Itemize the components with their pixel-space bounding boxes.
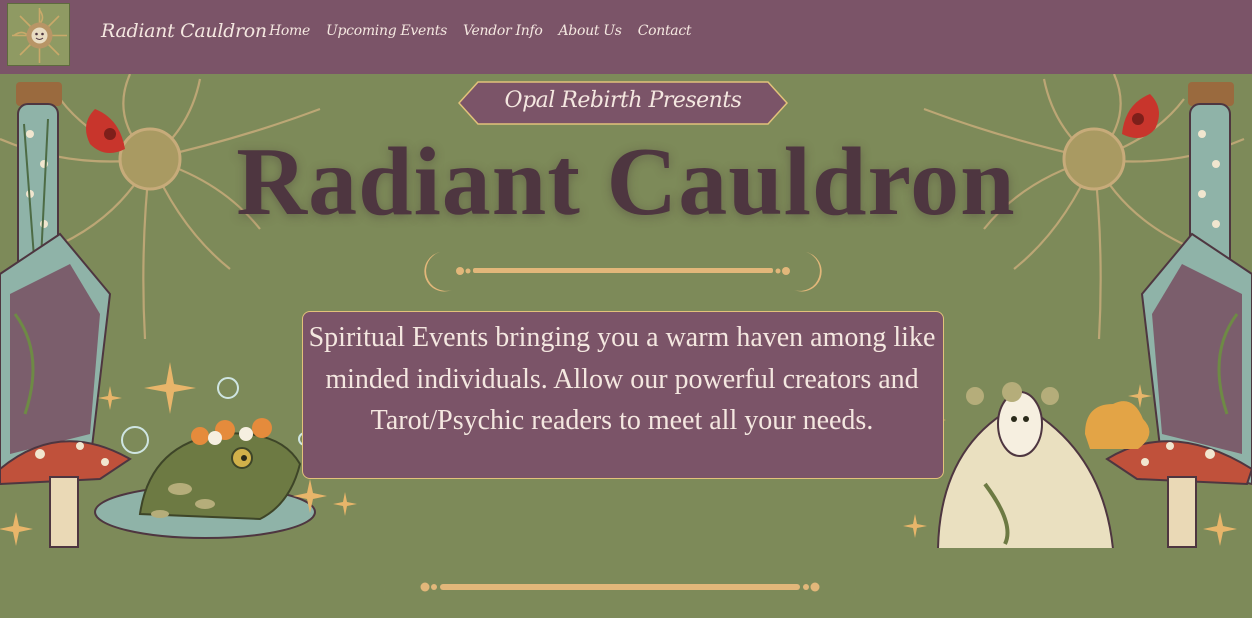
presents-text: Opal Rebirth Presents [504, 88, 742, 113]
nav-link-contact[interactable]: Contact [638, 23, 692, 39]
nav-links: Home Upcoming Events Vendor Info About U… [269, 23, 707, 39]
top-navigation: Radiant Cauldron Home Upcoming Events Ve… [0, 0, 1252, 74]
moth-icon [937, 382, 1114, 548]
crescent-moon-icon [424, 252, 452, 292]
nav-link-about-us[interactable]: About Us [559, 23, 622, 39]
mushroom-icon [1105, 440, 1252, 548]
crescent-moon-icon [383, 564, 415, 612]
cloud-icon [1085, 401, 1150, 449]
moon-divider [424, 252, 822, 292]
sun-logo-icon[interactable] [7, 3, 70, 66]
nav-link-home[interactable]: Home [269, 23, 310, 39]
crescent-moon-icon [794, 252, 822, 292]
crescent-moon-icon [825, 564, 857, 612]
nav-link-vendor-info[interactable]: Vendor Info [463, 23, 543, 39]
hero-title: Radiant Cauldron [236, 128, 1016, 236]
brand-link[interactable]: Radiant Cauldron [101, 20, 267, 42]
frog-icon [94, 418, 316, 539]
nav-link-upcoming-events[interactable]: Upcoming Events [326, 23, 447, 39]
moon-divider [383, 564, 857, 612]
hero-section: Opal Rebirth Presents Radiant Cauldron S… [0, 74, 1252, 548]
hero-description: Spiritual Events bringing you a warm hav… [308, 322, 936, 436]
